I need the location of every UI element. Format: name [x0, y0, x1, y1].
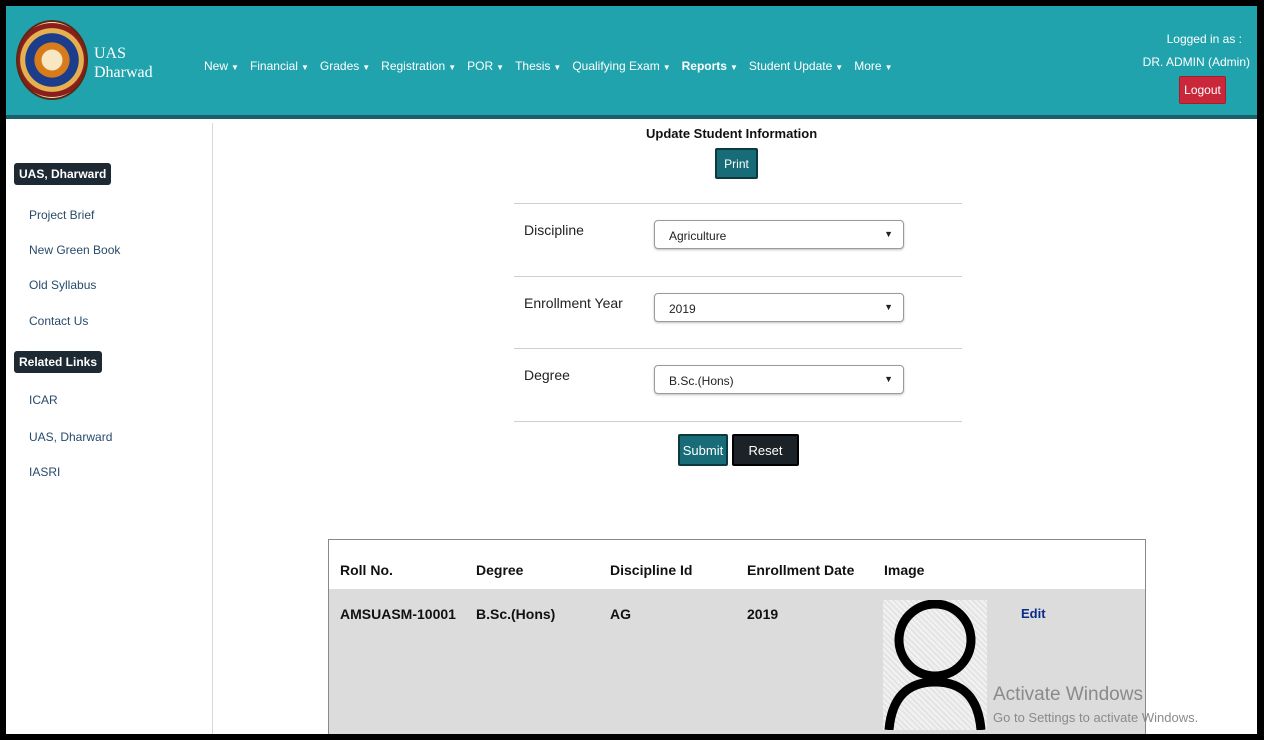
- brand[interactable]: UAS Dharwad: [94, 44, 153, 82]
- chevron-down-icon: ▼: [300, 63, 309, 72]
- windows-activation-watermark: Activate Windows Go to Settings to activ…: [993, 684, 1198, 725]
- student-avatar: [883, 600, 987, 730]
- nav-thesis[interactable]: Thesis ▼: [515, 59, 561, 73]
- divider: [514, 203, 962, 204]
- page-title: Update Student Information: [646, 126, 818, 141]
- nav-more[interactable]: More ▼: [854, 59, 892, 73]
- sidebar-link-new-green-book[interactable]: New Green Book: [29, 243, 120, 257]
- submit-button[interactable]: Submit: [678, 434, 728, 466]
- user-silhouette-icon: [884, 600, 986, 730]
- university-logo[interactable]: [16, 20, 88, 100]
- dropdown-arrow-icon: ▼: [884, 229, 893, 239]
- discipline-label: Discipline: [524, 222, 584, 238]
- nav-label: Student Update: [748, 59, 833, 73]
- brand-line1: UAS: [94, 45, 127, 62]
- chevron-down-icon: ▼: [448, 63, 457, 72]
- nav-registration[interactable]: Registration ▼: [381, 59, 456, 73]
- dropdown-arrow-icon: ▼: [884, 374, 893, 384]
- chevron-down-icon: ▼: [496, 63, 505, 72]
- degree-label: Degree: [524, 367, 570, 383]
- column-header-image: Image: [884, 562, 925, 578]
- enrollment-year-select[interactable]: 2019 ▼: [654, 293, 904, 322]
- nav-label: Grades: [319, 59, 360, 73]
- main-nav: New ▼ Financial ▼ Grades ▼ Registration ▼ PO…: [204, 59, 892, 73]
- sidebar: UAS, Dharward Project Brief New Green Bo…: [6, 123, 213, 734]
- sidebar-link-project-brief[interactable]: Project Brief: [29, 208, 94, 222]
- nav-label: Qualifying Exam: [572, 59, 660, 73]
- column-header-enrollment-date: Enrollment Date: [747, 562, 855, 578]
- nav-student-update[interactable]: Student Update ▼: [749, 59, 843, 73]
- nav-label: Financial: [249, 59, 298, 73]
- edit-link[interactable]: Edit: [1021, 606, 1046, 621]
- sidebar-link-icar[interactable]: ICAR: [29, 393, 58, 407]
- nav-label: Reports: [681, 59, 727, 73]
- sidebar-link-contact-us[interactable]: Contact Us: [29, 314, 88, 328]
- nav-financial[interactable]: Financial ▼: [250, 59, 309, 73]
- sidebar-heading-uas: UAS, Dharward: [14, 163, 112, 185]
- page: UAS Dharwad New ▼ Financial ▼ Grades ▼ Regi…: [6, 6, 1257, 734]
- sidebar-link-iasri[interactable]: IASRI: [29, 465, 60, 479]
- nav-label: Registration: [381, 59, 446, 73]
- cell-enrollment-date: 2019: [747, 606, 779, 622]
- watermark-title: Activate Windows: [993, 684, 1143, 705]
- nav-label: New: [204, 59, 229, 73]
- sidebar-link-old-syllabus[interactable]: Old Syllabus: [29, 278, 96, 292]
- nav-qualifying-exam[interactable]: Qualifying Exam ▼: [572, 59, 670, 73]
- chevron-down-icon: ▼: [884, 63, 893, 72]
- logged-in-user: DR. ADMIN (Admin): [1142, 55, 1250, 69]
- brand-line2: Dharwad: [94, 64, 153, 81]
- print-button[interactable]: Print: [715, 148, 758, 179]
- nav-grades[interactable]: Grades ▼: [320, 59, 370, 73]
- cell-discipline-id: AG: [610, 606, 631, 622]
- column-header-roll-no: Roll No.: [340, 562, 393, 578]
- chevron-down-icon: ▼: [662, 63, 671, 72]
- chevron-down-icon: ▼: [231, 63, 239, 72]
- nav-por[interactable]: POR ▼: [467, 59, 504, 73]
- nav-label: Thesis: [515, 59, 551, 73]
- top-header: UAS Dharwad New ▼ Financial ▼ Grades ▼ Regi…: [6, 6, 1257, 119]
- degree-value: B.Sc.(Hons): [669, 374, 734, 388]
- reset-button[interactable]: Reset: [732, 434, 799, 466]
- nav-label: More: [854, 59, 882, 73]
- dropdown-arrow-icon: ▼: [884, 302, 893, 312]
- divider: [514, 276, 962, 277]
- sidebar-heading-related-links: Related Links: [14, 351, 103, 373]
- nav-label: POR: [467, 59, 494, 73]
- chevron-down-icon: ▼: [553, 63, 562, 72]
- divider: [514, 348, 962, 349]
- nav-new[interactable]: New ▼: [204, 59, 239, 73]
- enrollment-year-value: 2019: [669, 302, 696, 316]
- logout-button[interactable]: Logout: [1179, 76, 1226, 104]
- discipline-select[interactable]: Agriculture ▼: [654, 220, 904, 249]
- chevron-down-icon: ▼: [362, 63, 371, 72]
- divider: [514, 421, 962, 422]
- sidebar-link-uas-dharward[interactable]: UAS, Dharward: [29, 430, 112, 444]
- degree-select[interactable]: B.Sc.(Hons) ▼: [654, 365, 904, 394]
- enrollment-year-label: Enrollment Year: [524, 295, 623, 311]
- chevron-down-icon: ▼: [729, 63, 738, 72]
- watermark-subtitle: Go to Settings to activate Windows.: [993, 710, 1199, 725]
- chevron-down-icon: ▼: [835, 63, 844, 72]
- cell-degree: B.Sc.(Hons): [476, 606, 556, 622]
- column-header-degree: Degree: [476, 562, 524, 578]
- logged-in-label: Logged in as :: [1166, 32, 1242, 46]
- column-header-discipline-id: Discipline Id: [610, 562, 693, 578]
- nav-reports[interactable]: Reports ▼: [682, 59, 738, 73]
- discipline-value: Agriculture: [669, 229, 727, 243]
- cell-roll-no: AMSUASM-10001: [340, 606, 456, 622]
